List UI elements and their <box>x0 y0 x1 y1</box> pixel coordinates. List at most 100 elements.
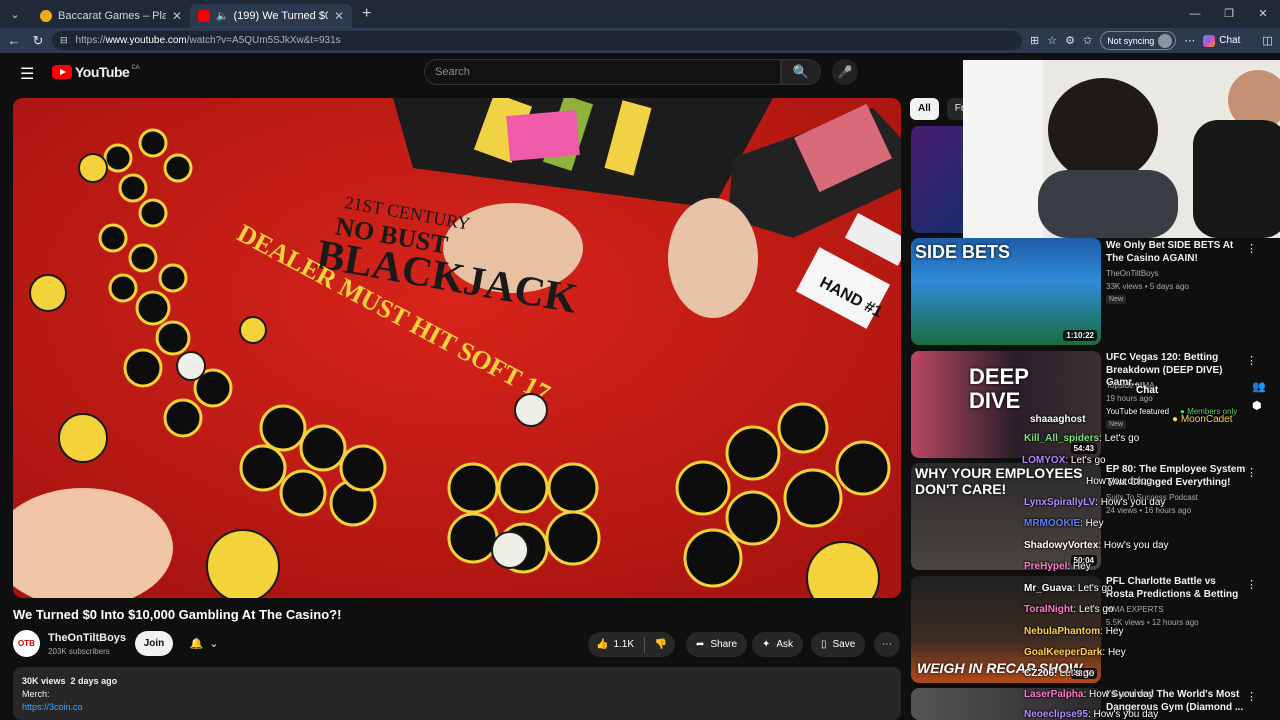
more-menu-icon[interactable]: ⋯ <box>1184 34 1195 47</box>
sync-button[interactable]: Not syncing <box>1100 31 1177 50</box>
chat-message: MRMOOKIE: Hey <box>1024 518 1104 529</box>
recommended-title[interactable]: We Only Bet SIDE BETS At The Casino AGAI… <box>1106 240 1246 265</box>
new-badge: New <box>1106 420 1127 429</box>
chat-message: ToralNight: Let's go <box>1024 604 1114 615</box>
chip-all[interactable]: All <box>910 98 939 120</box>
description-box[interactable]: 30K views 2 days ago Merch: https://3coi… <box>13 667 901 720</box>
crypto-favicon-icon <box>40 10 52 22</box>
new-tab-plus-icon[interactable]: + <box>362 5 371 23</box>
kebab-menu-icon[interactable]: ⋮ <box>1246 578 1257 591</box>
hexagon-icon[interactable]: ⬢ <box>1252 399 1272 412</box>
thumbnail-text: DEEP DIVE <box>969 364 1029 413</box>
favorites-icon[interactable]: ✩ <box>1083 34 1092 47</box>
like-button[interactable]: 👍 1.1K <box>596 639 634 650</box>
video-thumbnail[interactable]: WHY YOUR EMPLOYEES DON'T CARE! 50:04 <box>911 463 1101 570</box>
view-info: 30K views 2 days ago <box>22 675 892 688</box>
video-player[interactable]: 21ST CENTURY NO BUST BLACKJACK DEALER MU… <box>13 98 901 598</box>
thumbs-down-icon[interactable]: 👎 <box>655 639 667 650</box>
browser-tabbar: ⌄ Baccarat Games – Play Crypto Bac ✕ 🔈 (… <box>0 0 1280 28</box>
split-screen-icon[interactable]: ⊞ <box>1030 34 1039 47</box>
channel-avatar[interactable]: OTB <box>13 630 40 657</box>
channel-name[interactable]: TheOnTiltBoys <box>48 632 126 644</box>
people-icon[interactable]: 👥 <box>1252 380 1272 393</box>
search-input[interactable]: Search <box>424 59 781 85</box>
chat-username: shaaaghost <box>1030 414 1086 425</box>
save-label: Save <box>832 639 856 650</box>
more-dots-icon: ⋯ <box>882 639 892 650</box>
copilot-icon <box>1203 34 1216 47</box>
back-arrow-icon[interactable]: ← <box>2 33 26 48</box>
sparkle-icon: ✦ <box>762 639 771 650</box>
extensions-icon[interactable]: ⚙ <box>1065 34 1075 47</box>
more-actions-button[interactable]: ⋯ <box>874 632 900 657</box>
tab-actions-chevron-icon[interactable]: ⌄ <box>2 3 28 25</box>
copilot-chat-button[interactable]: Chat <box>1203 34 1240 47</box>
youtube-logo[interactable]: YouTube CA <box>52 64 140 80</box>
video-thumbnail[interactable]: SIDE BETS 1:10:22 <box>911 238 1101 345</box>
close-window-icon[interactable]: ✕ <box>1246 0 1280 28</box>
microphone-icon: 🎤 <box>837 65 853 79</box>
sidebar-toggle-icon[interactable]: ◫ <box>1262 34 1272 47</box>
featured-label: YouTube featured <box>1106 407 1170 416</box>
chat-message: GoalKeeperDark: Hey <box>1024 647 1126 658</box>
tab-title: (199) We Turned $0 Into $10,0 <box>233 10 327 22</box>
refresh-icon[interactable]: ↻ <box>26 33 50 49</box>
chat-text: Hey <box>1107 647 1126 658</box>
youtube-masthead: ☰ YouTube CA Search 🔍 🎤 <box>4 56 962 88</box>
chat-message: Mr_Guava: Let's go <box>1024 583 1113 594</box>
site-info-icon[interactable]: ⊟ <box>60 35 68 46</box>
youtube-wordmark: YouTube <box>75 64 130 80</box>
chat-username: PreHypel <box>1024 561 1068 572</box>
sync-label: Not syncing <box>1107 35 1155 46</box>
menu-hamburger-icon[interactable]: ☰ <box>20 64 34 84</box>
join-button[interactable]: Join <box>135 631 173 656</box>
chat-message: CZ206: Let's go <box>1024 668 1095 679</box>
new-badge: New <box>1106 295 1127 304</box>
chat-username: ToralNight <box>1024 604 1074 615</box>
streamer-webcam <box>963 60 1280 238</box>
chat-username: LynxSpirallyLV <box>1024 497 1096 508</box>
kebab-menu-icon[interactable]: ⋮ <box>1246 354 1257 367</box>
thumbs-up-icon: 👍 <box>596 639 609 650</box>
recommended-channel[interactable]: MMA EXPERTS <box>1106 605 1164 614</box>
ask-button[interactable]: ✦ Ask <box>752 632 804 657</box>
address-bar[interactable]: ⊟ https://www.youtube.com/watch?v=A5QUm5… <box>52 31 1022 50</box>
chat-message: shaaaghost <box>1030 414 1086 425</box>
favorite-star-icon[interactable]: ☆ <box>1047 34 1057 47</box>
kebab-menu-icon[interactable]: ⋮ <box>1246 466 1257 479</box>
bookmark-icon: ▯ <box>821 639 827 650</box>
chat-sidebar-icons: 👥 ⬢ <box>1252 380 1272 412</box>
stream-chat-header: Chat <box>1136 385 1159 396</box>
thumbnail-text: WHY YOUR EMPLOYEES DON'T CARE! <box>915 465 1083 497</box>
subscriber-count: 203K subscribers <box>48 647 110 656</box>
kebab-menu-icon[interactable]: ⋮ <box>1246 242 1257 255</box>
save-button[interactable]: ▯ Save <box>811 632 866 657</box>
chat-username: NebulaPhantom <box>1024 626 1101 637</box>
search-button[interactable]: 🔍 <box>781 59 821 85</box>
chat-text: How's you day <box>1100 497 1166 508</box>
notifications-button[interactable]: 🔔 ⌄ <box>181 631 227 656</box>
browser-toolbar-icons: ⊞ ☆ ⚙ ✩ Not syncing ⋯ Chat ◫ <box>1030 31 1273 50</box>
maximize-icon[interactable]: ❐ <box>1212 0 1246 28</box>
close-tab-icon[interactable]: ✕ <box>334 9 344 23</box>
voice-search-button[interactable]: 🎤 <box>832 59 858 85</box>
browser-tab-baccarat[interactable]: Baccarat Games – Play Crypto Bac ✕ <box>32 4 190 28</box>
profile-avatar <box>1158 33 1173 48</box>
minimize-icon[interactable]: — <box>1178 0 1212 28</box>
chat-username: ShadowyVortex <box>1024 540 1099 551</box>
chat-username: GoalKeeperDark <box>1024 647 1103 658</box>
video-title: We Turned $0 Into $10,000 Gambling At Th… <box>13 607 342 622</box>
close-tab-icon[interactable]: ✕ <box>172 9 182 23</box>
recommended-channel[interactable]: TheOnTiltBoys <box>1106 269 1159 278</box>
kebab-menu-icon[interactable]: ⋮ <box>1246 690 1257 703</box>
chat-featured-label: YouTube featured <box>1106 407 1169 416</box>
chat-username: MRMOOKIE <box>1024 518 1081 529</box>
chat-text: How's you day <box>1093 709 1159 720</box>
chat-text: How's you day <box>1103 540 1169 551</box>
upload-age: 2 days ago <box>70 676 118 686</box>
share-button[interactable]: ➦ Share <box>686 632 748 657</box>
description-text: Merch: <box>22 689 50 699</box>
browser-tab-youtube[interactable]: 🔈 (199) We Turned $0 Into $10,0 ✕ <box>190 4 352 28</box>
merch-link[interactable]: https://3coin.co <box>22 701 892 714</box>
speaker-icon[interactable]: 🔈 <box>216 11 228 22</box>
